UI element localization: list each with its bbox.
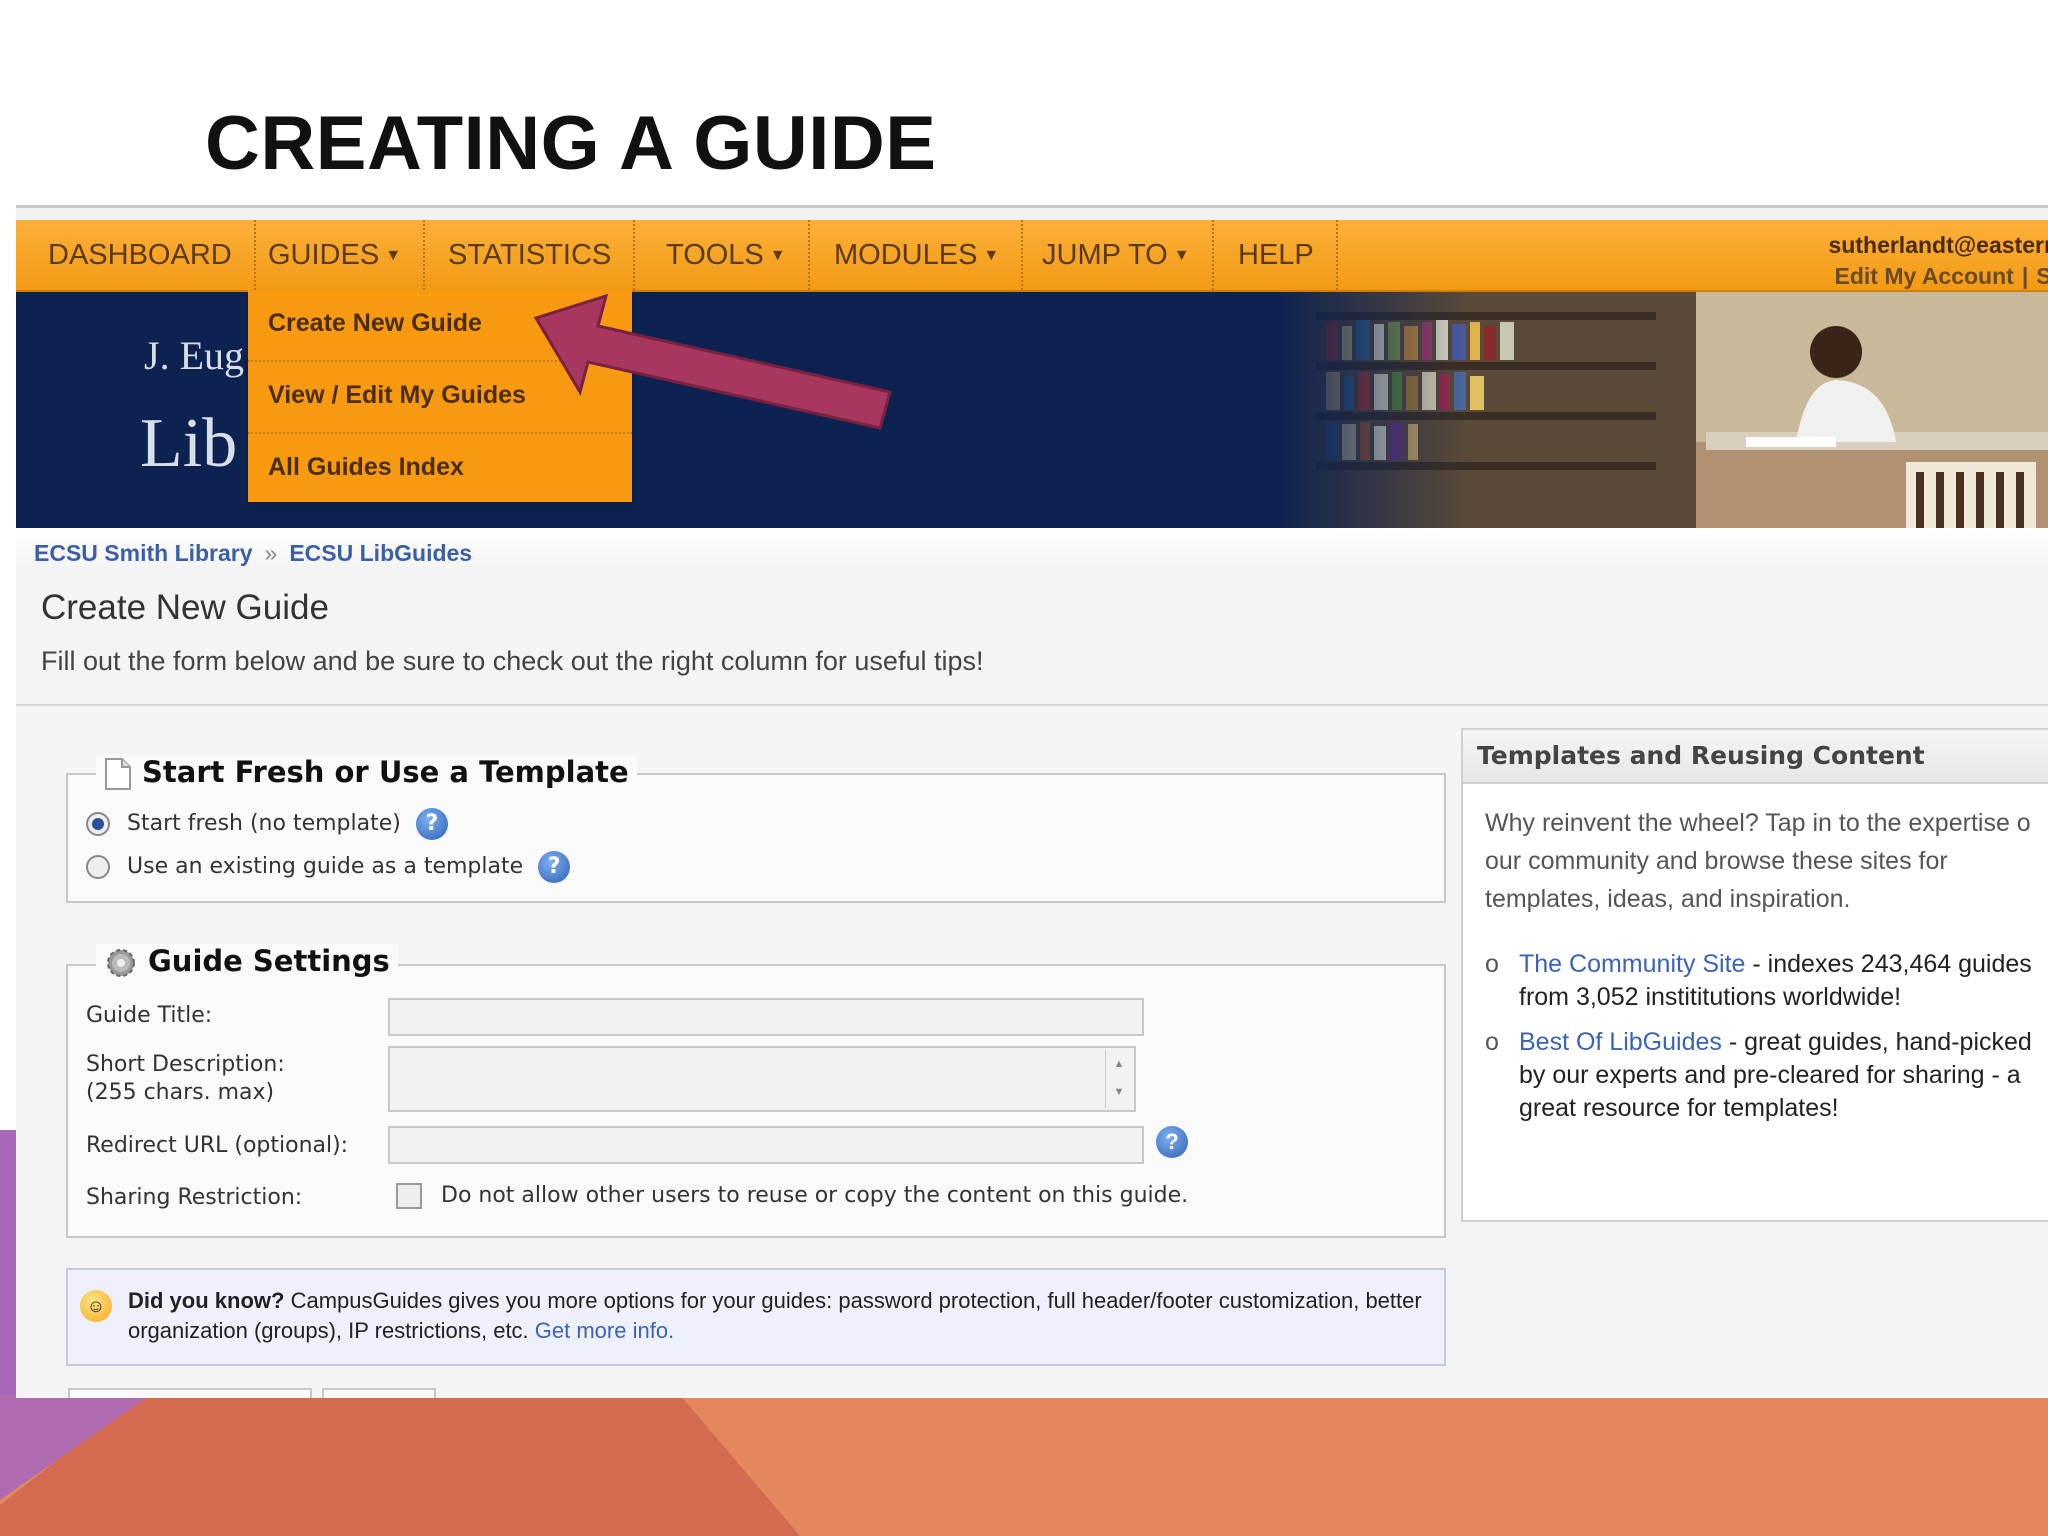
breadcrumb: ECSU Smith Library» ECSU LibGuides [34, 540, 473, 566]
library-photo [1276, 292, 2048, 528]
account-email: sutherlandt@eastern [1828, 232, 2048, 258]
nav-jump-to[interactable]: JUMP TO ▼ [1020, 220, 1214, 290]
pointer-arrow-icon [533, 293, 892, 430]
banner-text-line2: Lib [140, 405, 238, 482]
libguides-screenshot: DASHBOARD GUIDES ▼ STATISTICS TOOLS ▼ MODU… [16, 205, 2048, 1398]
guide-settings-legend: Guide Settings [96, 944, 398, 980]
nav-help[interactable]: HELP [1216, 220, 1338, 290]
short-description-textarea[interactable]: ▲ ▼ [388, 1046, 1136, 1112]
sign-out-link[interactable]: Si [2036, 263, 2048, 289]
nav-statistics[interactable]: STATISTICS [426, 220, 636, 290]
nav-guides[interactable]: GUIDES ▼ [246, 220, 426, 290]
sharing-restriction-row[interactable]: Do not allow other users to reuse or cop… [396, 1183, 1188, 1209]
caret-down-icon: ▼ [983, 247, 1000, 265]
submit-button[interactable] [68, 1388, 312, 1398]
short-description-label: Short Description: (255 chars. max) [86, 1052, 285, 1105]
best-of-libguides-link[interactable]: Best Of LibGuides [1519, 1028, 1722, 1056]
use-template-radio[interactable] [86, 855, 110, 879]
help-question-icon[interactable]: ? [415, 808, 448, 840]
smiley-icon: ☺ [80, 1290, 112, 1322]
help-question-icon[interactable]: ? [1156, 1126, 1188, 1158]
guide-title-label: Guide Title: [86, 1003, 213, 1028]
list-item: The Community Site - indexes 243,464 gui… [1485, 948, 2048, 1014]
sidebar-intro: Why reinvent the wheel? Tap in to the ex… [1485, 809, 2031, 913]
nav-tools[interactable]: TOOLS ▼ [644, 220, 810, 290]
redirect-url-label: Redirect URL (optional): [86, 1133, 349, 1158]
edit-account-link[interactable]: Edit My Account [1835, 263, 2014, 289]
start-fresh-radio[interactable] [86, 812, 110, 836]
gear-icon [107, 949, 135, 977]
radio-row-use-template[interactable]: Use an existing guide as a template ? [86, 851, 571, 883]
nav-modules[interactable]: MODULES ▼ [812, 220, 1024, 290]
community-site-link[interactable]: The Community Site [1519, 950, 1745, 978]
did-you-know-box: ☺ Did you know? CampusGuides gives you m… [66, 1268, 1446, 1366]
caret-down-icon: ▼ [1173, 247, 1190, 265]
banner-text-line1: J. Eug [144, 333, 244, 378]
template-legend: Start Fresh or Use a Template [96, 755, 637, 791]
templates-sidebar: Templates and Reusing Content Why reinve… [1461, 728, 2048, 1222]
account-info: sutherlandt@eastern Edit My Account|Si [1829, 230, 2048, 292]
caret-down-icon: ▼ [385, 247, 402, 265]
slide-title: CREATING A GUIDE [205, 101, 937, 186]
top-navbar: DASHBOARD GUIDES ▼ STATISTICS TOOLS ▼ MODU… [16, 220, 2048, 292]
divider [16, 704, 2048, 706]
caret-down-icon: ▼ [769, 247, 786, 265]
list-item: Best Of LibGuides - great guides, hand-p… [1485, 1026, 2048, 1125]
get-more-info-link[interactable]: Get more info. [535, 1318, 674, 1343]
redirect-url-input[interactable] [388, 1126, 1144, 1164]
radio-row-start-fresh[interactable]: Start fresh (no template) ? [86, 808, 448, 840]
textarea-scrollbar[interactable]: ▲ ▼ [1105, 1050, 1132, 1108]
page-icon [105, 758, 131, 790]
cancel-button[interactable] [322, 1388, 436, 1398]
breadcrumb-libguides[interactable]: ECSU LibGuides [289, 540, 472, 566]
sharing-restriction-label: Sharing Restriction: [86, 1185, 303, 1210]
sharing-restriction-checkbox[interactable] [396, 1183, 422, 1209]
page-subtitle: Fill out the form below and be sure to c… [41, 646, 984, 676]
menu-all-guides-index[interactable]: All Guides Index [248, 434, 632, 504]
page-title: Create New Guide [41, 588, 329, 627]
decorative-bottom-shapes [0, 1395, 2048, 1536]
breadcrumb-smith-library[interactable]: ECSU Smith Library [34, 540, 253, 566]
sidebar-heading: Templates and Reusing Content [1463, 730, 2048, 784]
help-question-icon[interactable]: ? [538, 851, 571, 883]
nav-dashboard[interactable]: DASHBOARD [26, 220, 256, 290]
guide-title-input[interactable] [388, 998, 1144, 1036]
